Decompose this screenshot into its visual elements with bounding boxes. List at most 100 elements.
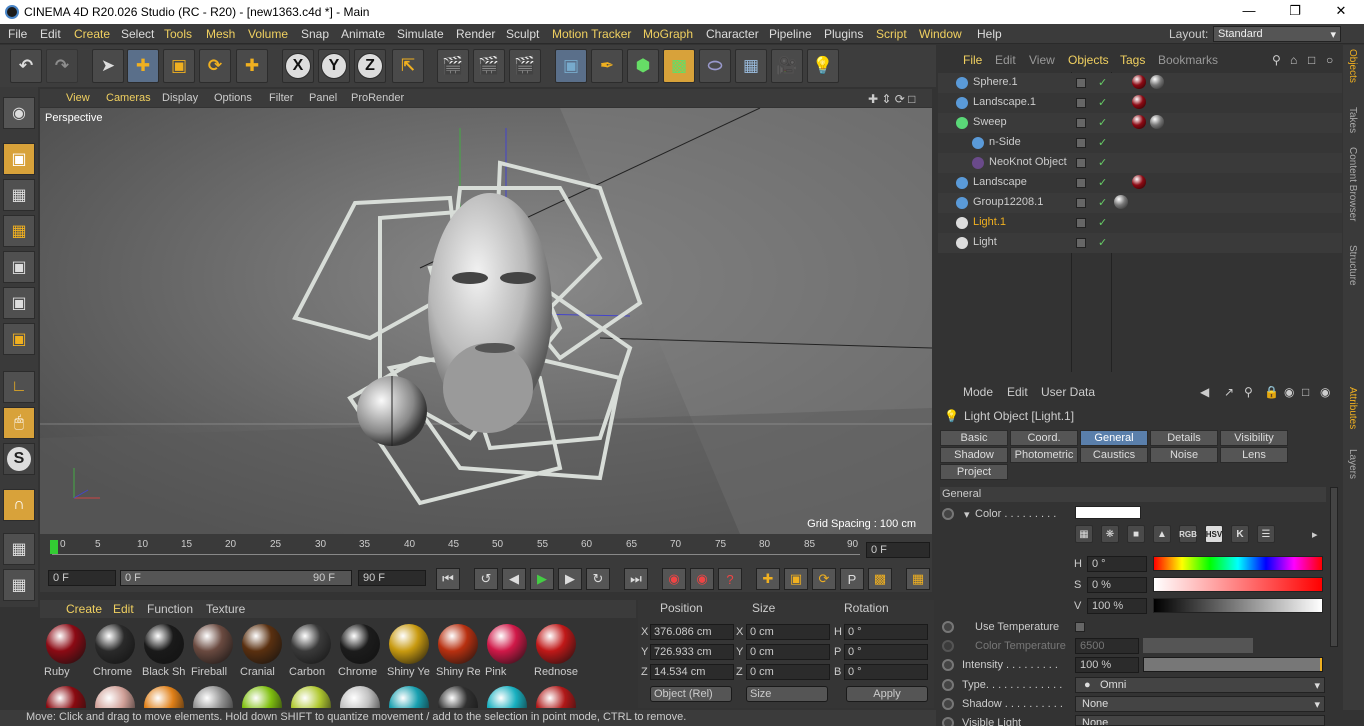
- animate-toggle[interactable]: [942, 621, 954, 633]
- timeline-ruler[interactable]: 0 5 10 15 20 25 30 35 40 45 50 55 60 65 …: [40, 534, 932, 566]
- object-row[interactable]: Sweep ✓: [938, 113, 1342, 133]
- tab-coord[interactable]: Coord.: [1010, 430, 1078, 446]
- z-axis-lock-button[interactable]: Z: [354, 49, 386, 83]
- material-tag-icon[interactable]: [1150, 75, 1164, 89]
- visible-light-select[interactable]: None: [1075, 715, 1325, 726]
- edges-mode-icon[interactable]: ▣: [3, 287, 35, 319]
- material-tag-icon[interactable]: [1150, 115, 1164, 129]
- use-temperature-checkbox[interactable]: [1075, 622, 1085, 632]
- tweak-mode-icon[interactable]: 🖱: [3, 407, 35, 439]
- rgb-mode-icon[interactable]: RGB: [1179, 525, 1197, 543]
- material-swatch[interactable]: [532, 682, 580, 708]
- snap-magnet-icon[interactable]: ∩: [3, 489, 35, 521]
- viewport-menu-filter[interactable]: Filter: [269, 92, 293, 104]
- viewport-navigation-icons[interactable]: ✚ ⇕ ⟳ □: [868, 92, 915, 106]
- animate-toggle[interactable]: [942, 508, 954, 520]
- key-parameter-icon[interactable]: P: [840, 568, 864, 590]
- hsv-mode-icon[interactable]: HSV: [1205, 525, 1223, 543]
- object-name[interactable]: Landscape: [973, 176, 1027, 188]
- undo-icon[interactable]: ↶: [10, 49, 42, 83]
- rotation-p-field[interactable]: 0 °: [844, 644, 928, 660]
- material-swatch[interactable]: Black Sh: [140, 620, 188, 680]
- menu-edit[interactable]: Edit: [40, 27, 61, 41]
- material-swatch[interactable]: [238, 682, 286, 708]
- position-x-field[interactable]: 376.086 cm: [650, 624, 734, 640]
- object-row[interactable]: Landscape ✓: [938, 173, 1342, 193]
- material-swatch[interactable]: Chrome: [336, 620, 384, 680]
- size-z-field[interactable]: 0 cm: [746, 664, 830, 680]
- size-x-field[interactable]: 0 cm: [746, 624, 830, 640]
- material-swatch[interactable]: Fireball: [189, 620, 237, 680]
- menu-pipeline[interactable]: Pipeline: [769, 27, 812, 41]
- edit-render-settings-icon[interactable]: 🎬: [509, 49, 541, 83]
- redo-icon[interactable]: ↷: [46, 49, 78, 83]
- pen-spline-icon[interactable]: ✒: [591, 49, 623, 83]
- objects-menu-view[interactable]: View: [1029, 53, 1055, 67]
- hue-slider[interactable]: [1153, 556, 1323, 571]
- search-icon[interactable]: ⚲: [1244, 385, 1253, 399]
- object-row[interactable]: Sphere.1 ✓: [938, 73, 1342, 93]
- enabled-check-icon[interactable]: ✓: [1098, 76, 1107, 89]
- size-mode-select[interactable]: Size: [746, 686, 828, 702]
- tab-attributes[interactable]: Attributes: [1347, 387, 1358, 429]
- animate-toggle[interactable]: [942, 679, 954, 691]
- enabled-check-icon[interactable]: ✓: [1098, 116, 1107, 129]
- viewport-menu-options[interactable]: Options: [214, 92, 252, 104]
- enabled-check-icon[interactable]: ✓: [1098, 236, 1107, 249]
- render-to-picture-viewer-icon[interactable]: 🎬: [473, 49, 505, 83]
- color-swatch[interactable]: [1075, 506, 1141, 519]
- menu-simulate[interactable]: Simulate: [397, 27, 444, 41]
- material-swatch[interactable]: [91, 682, 139, 708]
- perspective-viewport[interactable]: Perspective Grid Spacing : 100 cm: [40, 108, 932, 534]
- intensity-slider[interactable]: [1143, 657, 1323, 672]
- tab-lens[interactable]: Lens: [1220, 447, 1288, 463]
- subdivision-surface-icon[interactable]: ⬢: [627, 49, 659, 83]
- viewport-menu-prorender[interactable]: ProRender: [351, 92, 404, 104]
- move-tool-icon[interactable]: ✚: [127, 49, 159, 83]
- attribute-menu-mode[interactable]: Mode: [963, 385, 993, 399]
- render-view-icon[interactable]: 🎬: [437, 49, 469, 83]
- enabled-check-icon[interactable]: ✓: [1098, 156, 1107, 169]
- play-icon[interactable]: ▶: [530, 568, 554, 590]
- rotation-b-field[interactable]: 0 °: [844, 664, 928, 680]
- objects-menu-objects[interactable]: Objects: [1068, 53, 1109, 67]
- objects-menu-file[interactable]: File: [963, 53, 982, 67]
- tab-general[interactable]: General: [1080, 430, 1148, 446]
- tab-photometric[interactable]: Photometric: [1010, 447, 1078, 463]
- workplane-mode-icon[interactable]: ▦: [3, 215, 35, 247]
- new-window-icon[interactable]: □: [1308, 53, 1315, 67]
- material-swatch[interactable]: Chrome: [91, 620, 139, 680]
- menu-sculpt[interactable]: Sculpt: [506, 27, 539, 41]
- material-tag-icon[interactable]: [1114, 195, 1128, 209]
- layer-checkbox[interactable]: [1076, 98, 1086, 108]
- object-name[interactable]: n-Side: [989, 136, 1021, 148]
- animate-toggle[interactable]: [942, 659, 954, 671]
- material-menu-create[interactable]: Create: [66, 602, 102, 616]
- eyedropper-icon[interactable]: ▦: [1075, 525, 1093, 543]
- menu-script[interactable]: Script: [876, 27, 907, 41]
- color-temperature-field[interactable]: 6500: [1075, 638, 1139, 654]
- axis-mode-icon[interactable]: ∟: [3, 371, 35, 403]
- saturation-field[interactable]: 0 %: [1087, 577, 1147, 593]
- menu-help[interactable]: Help: [977, 27, 1002, 41]
- tab-basic[interactable]: Basic: [940, 430, 1008, 446]
- autokey-icon[interactable]: ◉: [690, 568, 714, 590]
- material-swatch[interactable]: [140, 682, 188, 708]
- polygons-mode-icon[interactable]: ▣: [3, 323, 35, 355]
- key-point-level-icon[interactable]: ▩: [868, 568, 892, 590]
- back-arrow-icon[interactable]: ◀: [1200, 385, 1209, 399]
- light-bulb-icon[interactable]: 💡: [807, 49, 839, 83]
- lock-icon[interactable]: 🔒: [1264, 385, 1279, 399]
- position-y-field[interactable]: 726.933 cm: [650, 644, 734, 660]
- layer-checkbox[interactable]: [1076, 158, 1086, 168]
- layer-checkbox[interactable]: [1076, 118, 1086, 128]
- layout-select[interactable]: Standard ▾: [1213, 26, 1341, 42]
- up-arrow-icon[interactable]: ↗: [1224, 385, 1234, 399]
- history-icon[interactable]: ◉: [1284, 385, 1294, 399]
- material-tag-icon[interactable]: [1132, 115, 1146, 129]
- deformer-icon[interactable]: ⬭: [699, 49, 731, 83]
- go-to-end-icon[interactable]: ⏭: [624, 568, 648, 590]
- enabled-check-icon[interactable]: ✓: [1098, 196, 1107, 209]
- search-icon[interactable]: ⚲: [1272, 53, 1281, 67]
- workplane-lock-icon[interactable]: ▦: [3, 533, 35, 565]
